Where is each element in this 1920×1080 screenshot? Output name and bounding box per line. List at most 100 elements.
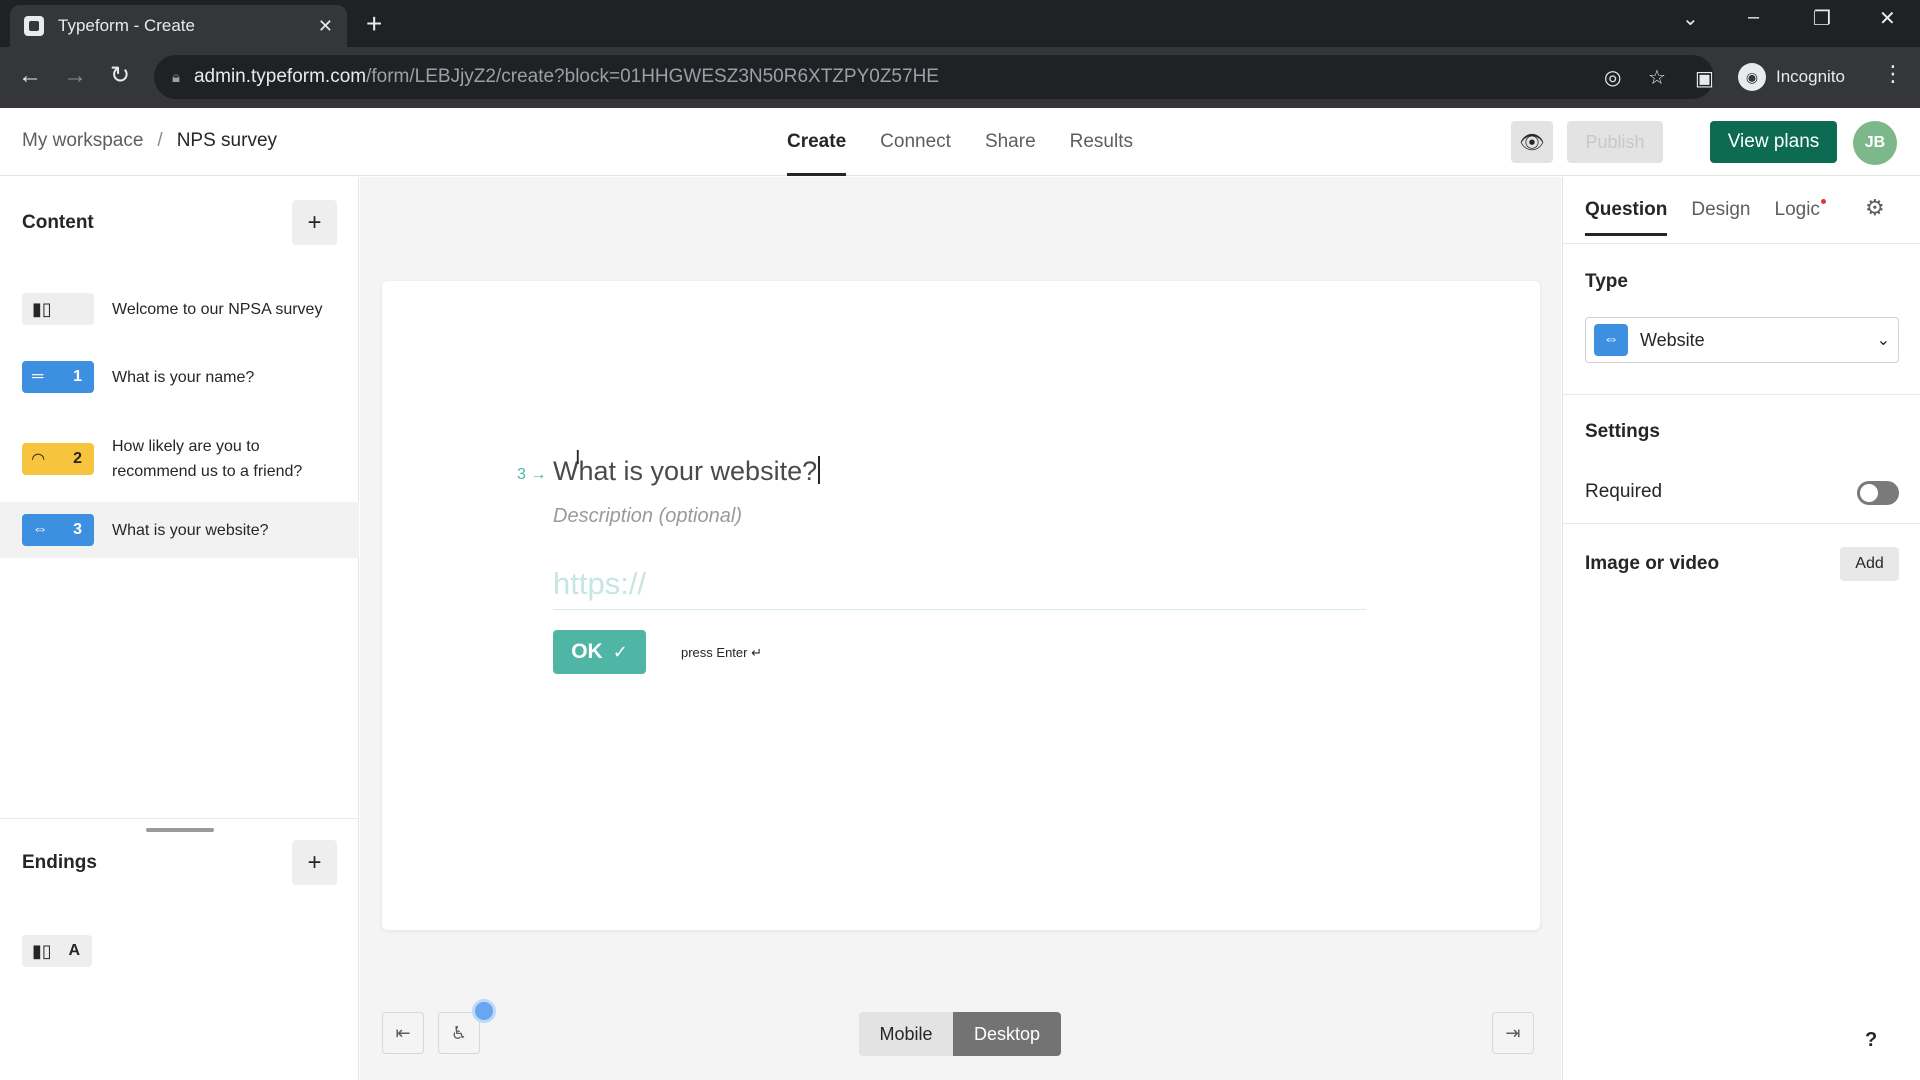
question-settings-panel: Question Design Logic ⚙ Type ⇔ Website ⌄… <box>1562 177 1920 1080</box>
chevron-down-icon: ⌄ <box>1876 332 1890 349</box>
browser-menu-icon[interactable]: ⋮ <box>1882 61 1904 87</box>
device-view-toggle: Mobile Desktop <box>859 1012 1061 1056</box>
sidebar-resize-handle[interactable] <box>146 828 214 832</box>
url-host: admin.typeform.com <box>193 66 367 87</box>
link-icon: ⇔ <box>1594 324 1628 356</box>
question-type-select[interactable]: ⇔ Website ⌄ <box>1585 317 1899 363</box>
app-header: My workspace / NPS survey Create Connect S… <box>0 108 1920 176</box>
eye-icon: 👁︎ <box>1519 131 1545 154</box>
required-label: Required <box>1585 481 1663 502</box>
tab-search-icon[interactable]: ⌄ <box>1682 6 1699 31</box>
view-plans-button[interactable]: View plans <box>1710 121 1837 163</box>
content-section-title: Content <box>22 212 94 233</box>
ok-button[interactable]: OK ✓ <box>553 630 646 674</box>
add-ending-button[interactable]: + <box>292 840 337 885</box>
bookmark-star-icon[interactable]: ☆ <box>1648 65 1666 90</box>
desktop-view-button[interactable]: Desktop <box>953 1012 1061 1056</box>
question-title-input[interactable]: What is your website? <box>553 456 821 487</box>
content-sidebar: Content + ▮▯ Welcome to our NPSA survey … <box>0 177 359 1080</box>
question-type-value: Website <box>1640 329 1705 350</box>
plus-icon: + <box>307 208 322 236</box>
forward-icon[interactable]: → <box>59 61 91 91</box>
settings-label: Settings <box>1585 421 1660 442</box>
tab-connect[interactable]: Connect <box>880 108 951 176</box>
publish-button[interactable]: Publish <box>1567 121 1663 163</box>
incognito-icon: ◉ <box>1738 63 1766 91</box>
close-window-icon[interactable]: ✕ <box>1879 6 1896 31</box>
breadcrumb-separator: / <box>157 130 163 151</box>
url-path: /form/LEBJjyZ2/create?block=01HHGWESZ3N5… <box>366 66 939 87</box>
add-content-button[interactable]: + <box>292 200 337 245</box>
required-toggle[interactable] <box>1857 481 1899 505</box>
incognito-label: Incognito <box>1776 67 1845 86</box>
sidebar-item-ending-a[interactable]: ▮▯ A <box>0 931 359 971</box>
link-icon: ⇔ <box>32 521 48 538</box>
tab-title: Typeform - Create <box>58 16 195 35</box>
question-number: 1 <box>73 368 82 385</box>
tracking-blocked-icon[interactable]: ◎ <box>1604 65 1621 90</box>
minimize-icon[interactable]: – <box>1748 6 1759 29</box>
incognito-indicator[interactable]: ◉ Incognito <box>1738 56 1845 98</box>
tab-close-icon[interactable]: ✕ <box>318 16 333 37</box>
question-number: 3 <box>73 521 82 538</box>
collapse-left-panel-button[interactable]: ⇤ <box>382 1012 424 1054</box>
accessibility-icon: ♿︎ <box>450 1022 468 1043</box>
back-icon[interactable]: ← <box>14 61 46 91</box>
help-icon[interactable]: ? <box>1865 1029 1877 1052</box>
plus-icon: + <box>307 848 322 876</box>
top-nav: Create Connect Share Results <box>787 108 1167 176</box>
side-panel-icon[interactable]: ▣ <box>1695 66 1714 91</box>
tab-question[interactable]: Question <box>1585 177 1668 242</box>
tab-results[interactable]: Results <box>1070 108 1133 176</box>
sidebar-item-question-1[interactable]: ═ 1 What is your name? <box>0 357 359 397</box>
new-tab-icon[interactable]: + <box>366 10 382 38</box>
breadcrumb-workspace[interactable]: My workspace <box>22 130 143 151</box>
website-answer-field[interactable]: https:// <box>553 566 1366 610</box>
panel-collapse-icon: ⇤ <box>395 1022 411 1043</box>
ok-label: OK <box>571 640 603 663</box>
welcome-screen-icon: ▮▯ <box>22 293 94 325</box>
question-number: 2 <box>73 450 82 467</box>
press-enter-hint: press Enter ↵ <box>681 645 762 660</box>
sidebar-item-question-2[interactable]: ◠ 2 How likely are you to recommend us to… <box>0 433 359 485</box>
gear-icon[interactable]: ⚙ <box>1865 195 1885 221</box>
address-bar[interactable]: 🔒︎ admin.typeform.com /form/LEBJjyZ2/cre… <box>154 55 1714 99</box>
question-number-indicator: 3 → <box>517 466 547 483</box>
panel-expand-icon: ⇥ <box>1505 1022 1521 1043</box>
question-description-input[interactable]: Description (optional) <box>553 505 742 528</box>
breadcrumb-form-name[interactable]: NPS survey <box>177 130 277 151</box>
ending-letter: A <box>68 942 80 959</box>
sidebar-item-label: What is your website? <box>112 521 269 539</box>
reload-icon[interactable]: ↻ <box>104 61 136 91</box>
panel-tabs: Question Design Logic <box>1585 177 1844 242</box>
collapse-right-panel-button[interactable]: ⇥ <box>1492 1012 1534 1054</box>
mobile-view-button[interactable]: Mobile <box>859 1012 953 1056</box>
ending-screen-icon: ▮▯ <box>32 940 52 961</box>
browser-tab-bar: Typeform - Create ✕ + ⌄ – ❐ ✕ <box>0 0 1920 47</box>
typeform-favicon-icon <box>24 16 44 36</box>
section-divider <box>0 818 359 819</box>
tab-logic[interactable]: Logic <box>1775 177 1826 242</box>
question-preview-card: 3 → What is your website? I Description … <box>382 281 1540 930</box>
browser-toolbar: ← → ↻ 🔒︎ admin.typeform.com /form/LEBJjy… <box>0 47 1920 108</box>
breadcrumb: My workspace / NPS survey <box>22 130 277 152</box>
sidebar-item-label: How likely are you to recommend us to a … <box>112 438 303 480</box>
lock-icon: 🔒︎ <box>172 68 180 86</box>
avatar[interactable]: JB <box>1853 121 1897 165</box>
endings-section-title: Endings <box>22 852 97 873</box>
add-media-button[interactable]: Add <box>1840 547 1899 581</box>
preview-button[interactable]: 👁︎ <box>1511 121 1553 163</box>
sidebar-item-question-3[interactable]: ⇔ 3 What is your website? <box>0 502 359 558</box>
divider <box>1563 394 1920 395</box>
type-label: Type <box>1585 271 1628 292</box>
browser-tab[interactable]: Typeform - Create ✕ <box>10 5 347 47</box>
sidebar-item-welcome[interactable]: ▮▯ Welcome to our NPSA survey <box>0 283 359 335</box>
tab-create[interactable]: Create <box>787 108 847 176</box>
tab-design[interactable]: Design <box>1691 177 1750 242</box>
tab-share[interactable]: Share <box>985 108 1036 176</box>
sidebar-item-label: What is your name? <box>112 368 255 386</box>
logic-alert-dot <box>1820 199 1826 204</box>
short-text-icon: ═ <box>32 368 44 385</box>
restore-icon[interactable]: ❐ <box>1813 6 1831 31</box>
form-canvas: 3 → What is your website? I Description … <box>360 177 1561 1080</box>
